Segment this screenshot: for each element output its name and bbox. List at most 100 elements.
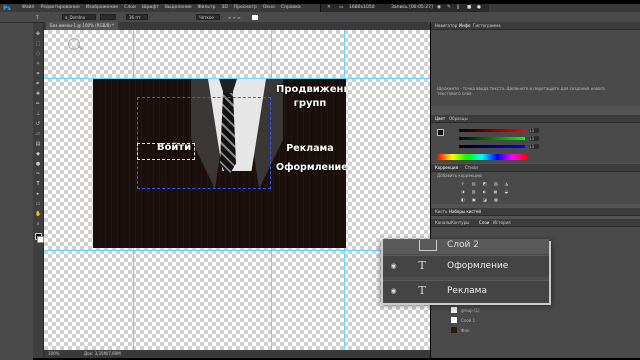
- menu-type[interactable]: Шрифт: [142, 5, 159, 11]
- brush-tool-icon[interactable]: ✏: [35, 101, 41, 107]
- text-color-swatch[interactable]: [252, 15, 258, 20]
- monitor-icon[interactable]: ▭: [339, 5, 343, 11]
- menu-layers[interactable]: Слои: [124, 5, 136, 11]
- menu-file[interactable]: Файл: [22, 5, 34, 11]
- tab-color[interactable]: Цвет: [435, 116, 445, 121]
- marquee-tool-icon[interactable]: ⬚: [35, 41, 41, 47]
- layer-name[interactable]: Слой 2: [447, 240, 479, 251]
- tab-paths[interactable]: Контуры: [451, 220, 469, 225]
- eye-visibility-icon[interactable]: ◉: [389, 262, 398, 270]
- adjust-icons-row1[interactable]: ☼ ▥ ◩ ▧ ◮: [461, 181, 511, 186]
- healing-tool-icon[interactable]: ✚: [35, 91, 41, 97]
- magic-wand-tool-icon[interactable]: ✧: [35, 61, 41, 67]
- adjust-icons-row2[interactable]: ◑ ▨ ◐ ▦ ◒: [461, 189, 511, 194]
- crop-tool-icon[interactable]: ⌗: [35, 71, 41, 77]
- eye-visibility-icon[interactable]: ◉: [389, 287, 398, 295]
- stamp-tool-icon[interactable]: ⊥: [35, 111, 41, 117]
- layer-name[interactable]: Оформление: [447, 261, 508, 272]
- tab-info[interactable]: Инфо: [459, 23, 470, 28]
- layers-panel-header: Каналы Контуры Слои История: [431, 219, 640, 227]
- tab-channels[interactable]: Каналы: [435, 220, 451, 225]
- tab-layers[interactable]: Слои: [479, 220, 489, 225]
- layer-group-name[interactable]: group (1): [461, 308, 480, 313]
- right-dock: Навигатор Инфо Гистограмма Щелкните - то…: [431, 22, 640, 358]
- menu-view[interactable]: Просмотр: [234, 5, 257, 11]
- layer-bg-name[interactable]: Фон: [461, 328, 470, 333]
- tab-histogram[interactable]: Гистограмма: [473, 23, 501, 28]
- blue-value[interactable]: 13: [529, 144, 539, 149]
- layer-row[interactable]: ◉ T Оформление: [383, 255, 549, 277]
- stop-icon[interactable]: ■: [467, 5, 471, 11]
- lasso-tool-icon[interactable]: ◌: [35, 51, 41, 57]
- spectrum-bar[interactable]: [437, 154, 527, 160]
- gradient-tool-icon[interactable]: ▤: [35, 141, 41, 147]
- document-tabs: Без имени-1 @ 100% (RGB/8) *: [44, 22, 430, 30]
- document-tab[interactable]: Без имени-1 @ 100% (RGB/8) *: [46, 22, 119, 30]
- history-brush-tool-icon[interactable]: ↺: [35, 121, 41, 127]
- blue-slider[interactable]: [459, 145, 525, 148]
- eyedropper-tool-icon[interactable]: ✒: [35, 81, 41, 87]
- pen-tool-icon[interactable]: ✑: [35, 171, 41, 177]
- path-select-tool-icon[interactable]: ▸: [35, 191, 41, 197]
- recorder-close-icon[interactable]: ✕: [327, 5, 331, 11]
- tab-swatches[interactable]: Образцы: [449, 116, 468, 121]
- font-size-select[interactable]: 36 пт: [126, 14, 148, 20]
- zoom-level[interactable]: 100%: [48, 351, 59, 357]
- red-slider[interactable]: [459, 129, 525, 132]
- font-style-select[interactable]: [100, 14, 116, 20]
- guide-horizontal[interactable]: [44, 250, 430, 251]
- hand-tool-icon[interactable]: ✋: [35, 211, 41, 217]
- type-tool-icon[interactable]: T: [35, 181, 41, 187]
- record-dot-icon[interactable]: ●: [477, 5, 481, 11]
- green-value[interactable]: 13: [529, 136, 539, 141]
- fg-color[interactable]: [437, 129, 444, 136]
- layer-name[interactable]: Реклама: [447, 286, 487, 297]
- design-text[interactable]: Оформление: [276, 162, 346, 174]
- shape-tool-icon[interactable]: ▭: [35, 201, 41, 207]
- antialias-select[interactable]: Четкое: [196, 14, 220, 20]
- menu-help[interactable]: Справка: [281, 5, 301, 11]
- layer-row[interactable]: Слой 2: [383, 239, 549, 254]
- menu-items: Файл Редактирование Изображение Слои Шри…: [22, 5, 301, 11]
- align-icons[interactable]: ≡ ≡ ≡: [228, 15, 241, 20]
- red-value[interactable]: 13: [529, 128, 539, 133]
- ad-text[interactable]: Реклама: [276, 143, 344, 155]
- tab-brush-presets[interactable]: Наборы кистей: [449, 209, 481, 214]
- font-family-select[interactable]: a_DomIno: [62, 14, 96, 20]
- move-tool-icon[interactable]: ✥: [35, 31, 41, 37]
- type-tool-icon[interactable]: T: [36, 15, 38, 20]
- info-hint: Щелкните - точка ввода текста. Щелкните …: [437, 86, 606, 96]
- menu-window[interactable]: Окно: [263, 5, 275, 11]
- color-panel-header: Цвет Образцы: [431, 115, 640, 123]
- layer-row[interactable]: ◉ T Реклама: [383, 280, 549, 302]
- tab-brush[interactable]: Кисть: [435, 209, 447, 214]
- tab-styles[interactable]: Стили: [465, 165, 478, 170]
- pause-icon[interactable]: ‖: [457, 5, 459, 11]
- green-slider[interactable]: [459, 137, 525, 140]
- title-text[interactable]: Продвижение групп: [276, 83, 346, 111]
- adjust-icons-row3[interactable]: ◧ ▣ ◪ ▩: [461, 197, 501, 202]
- zoom-tool-icon[interactable]: ⌕: [35, 221, 41, 227]
- brush-panel-header: Кисть Наборы кистей: [431, 208, 640, 216]
- tab-adjustments[interactable]: Коррекция: [435, 165, 458, 170]
- menu-select[interactable]: Выделение: [165, 5, 192, 11]
- eraser-tool-icon[interactable]: ▱: [35, 131, 41, 137]
- pen-icon[interactable]: ✎: [447, 5, 451, 11]
- blur-tool-icon[interactable]: ◆: [35, 151, 41, 157]
- tab-history[interactable]: История: [493, 220, 511, 225]
- layer-1-name[interactable]: Слой 1: [461, 318, 475, 323]
- document-size: Док: 3,35М/7,69М: [84, 351, 121, 356]
- info-panel: Щелкните - точка ввода текста. Щелкните …: [431, 30, 640, 106]
- dodge-tool-icon[interactable]: ●: [35, 161, 41, 167]
- tab-navigator[interactable]: Навигатор: [435, 23, 457, 28]
- menu-3d[interactable]: 3D: [221, 5, 227, 11]
- menu-image[interactable]: Изображение: [86, 5, 118, 11]
- menu-edit[interactable]: Редактирование: [40, 5, 79, 11]
- layer-thumb-group: [451, 307, 457, 313]
- adjust-hint: Добавить коррекцию: [437, 173, 482, 178]
- menu-filter[interactable]: Фильтр: [198, 5, 216, 11]
- camera-icon[interactable]: ◉: [437, 5, 441, 11]
- text-bounding-box[interactable]: [137, 143, 195, 160]
- background-color-swatch[interactable]: [37, 236, 44, 243]
- adjustments-panel-header: Коррекция Стили: [431, 164, 640, 172]
